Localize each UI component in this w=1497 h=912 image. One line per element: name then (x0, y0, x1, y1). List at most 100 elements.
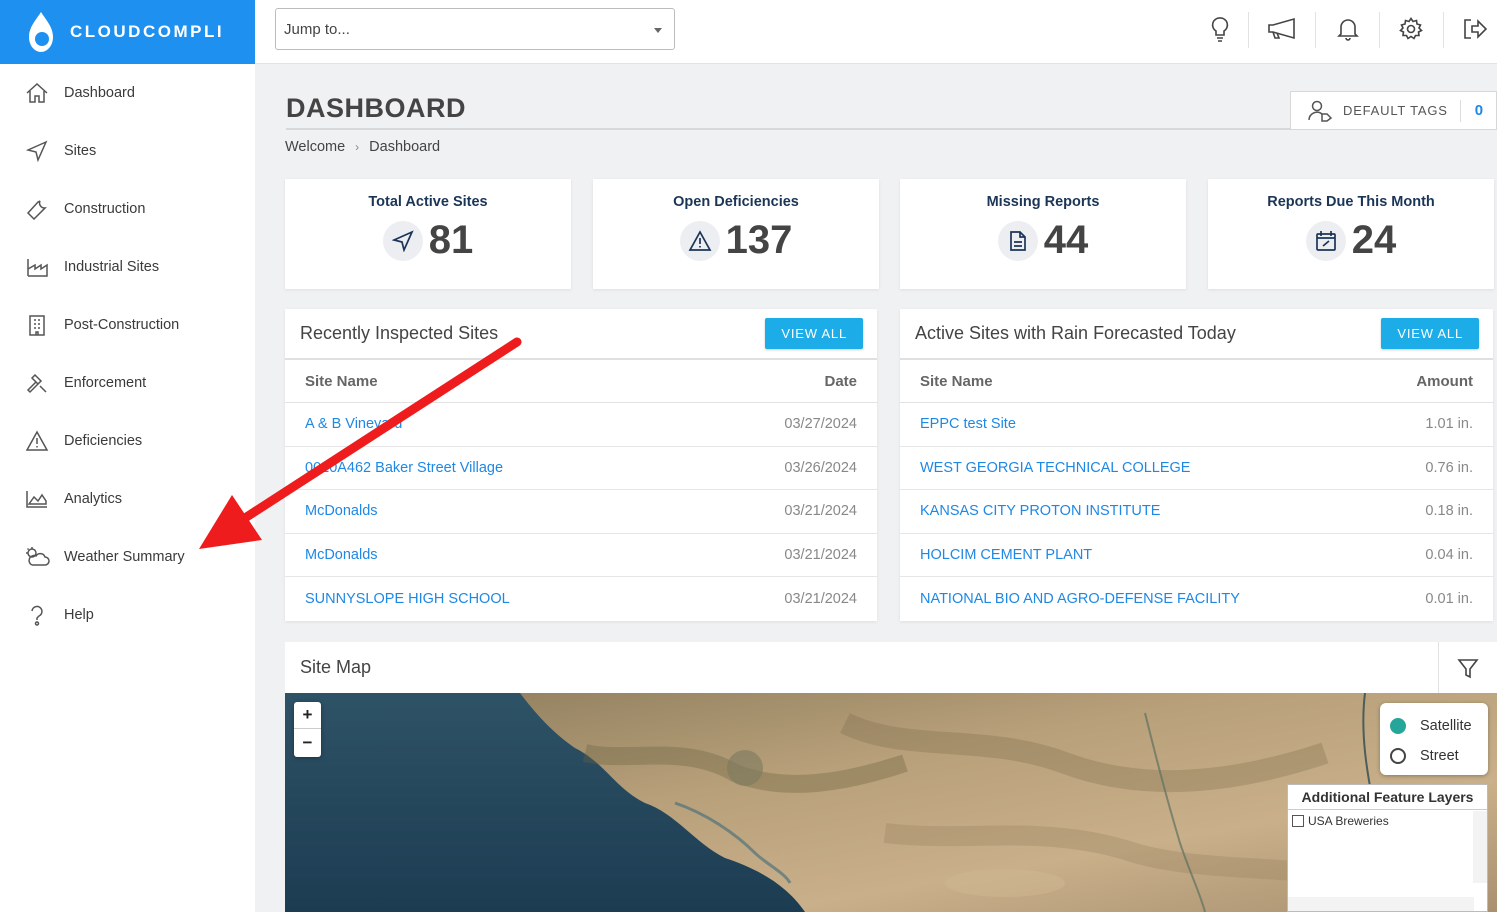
row-amount: 0.76 in. (1425, 459, 1473, 476)
sidebar-item-analytics[interactable]: Analytics (0, 470, 255, 528)
sidebar-item-weather-summary[interactable]: Weather Summary (0, 528, 255, 586)
panel-title: Site Map (300, 657, 372, 677)
table-header: Site Name Amount (900, 360, 1493, 403)
warning-icon (679, 220, 720, 261)
row-amount: 0.18 in. (1425, 503, 1473, 520)
row-amount: 0.01 in. (1425, 590, 1473, 607)
recently-inspected-panel: Recently Inspected Sites VIEW ALL Site N… (285, 309, 877, 621)
row-date: 03/21/2024 (784, 503, 857, 520)
sidebar-item-help[interactable]: Help (0, 586, 255, 644)
chevron-right-icon: › (355, 140, 360, 154)
checkbox[interactable] (1292, 815, 1304, 827)
site-link[interactable]: McDonalds (305, 503, 378, 519)
breadcrumb-welcome[interactable]: Welcome (285, 139, 345, 155)
user-tag-icon (1308, 100, 1333, 122)
jump-to-select[interactable]: Jump to... (275, 8, 675, 50)
zoom-out-button[interactable]: − (294, 729, 321, 756)
satellite-map[interactable]: + − Satellite Street Additional Feature … (285, 693, 1497, 912)
gavel-icon (24, 370, 50, 396)
column-amount[interactable]: Amount (1416, 373, 1473, 390)
stat-card-total-active-sites[interactable]: Total Active Sites 81 (285, 179, 571, 289)
column-site-name[interactable]: Site Name (920, 373, 993, 390)
factory-icon (24, 254, 50, 280)
stat-card-missing-reports[interactable]: Missing Reports 44 (900, 179, 1186, 289)
top-bar: Jump to... (255, 0, 1497, 64)
document-icon (997, 220, 1038, 261)
sidebar-item-label: Weather Summary (64, 549, 185, 565)
panel-title: Recently Inspected Sites (300, 323, 499, 343)
sidebar-item-sites[interactable]: Sites (0, 122, 255, 180)
feature-layers-title: Additional Feature Layers (1288, 785, 1487, 810)
site-link[interactable]: EPPC test Site (920, 416, 1016, 432)
sidebar-item-dashboard[interactable]: Dashboard (0, 64, 255, 122)
site-map-panel: Site Map + − Satellite Street Additional… (285, 642, 1497, 912)
layer-label: Satellite (1420, 718, 1472, 734)
filter-button[interactable] (1438, 642, 1497, 693)
site-link[interactable]: WEST GEORGIA TECHNICAL COLLEGE (920, 460, 1190, 476)
zoom-in-button[interactable]: + (294, 702, 321, 729)
feature-layer-item[interactable]: USA Breweries (1288, 810, 1487, 832)
site-link[interactable]: 0010A462 Baker Street Village (305, 460, 503, 476)
row-date: 03/21/2024 (784, 590, 857, 607)
megaphone-icon[interactable] (1262, 10, 1302, 48)
table-row: KANSAS CITY PROTON INSTITUTE 0.18 in. (900, 490, 1493, 534)
sidebar-item-label: Dashboard (64, 85, 135, 101)
breadcrumb-dashboard: Dashboard (369, 139, 441, 155)
view-all-button[interactable]: VIEW ALL (765, 318, 863, 349)
vertical-scrollbar[interactable] (1473, 811, 1487, 883)
default-tags-label: DEFAULT TAGS (1343, 103, 1448, 118)
view-all-button[interactable]: VIEW ALL (1381, 318, 1479, 349)
layer-option-satellite[interactable]: Satellite (1390, 711, 1478, 741)
table-row: A & B Vineyard 03/27/2024 (285, 403, 877, 447)
sidebar-item-industrial-sites[interactable]: Industrial Sites (0, 238, 255, 296)
building-icon (24, 312, 50, 338)
stat-card-open-deficiencies[interactable]: Open Deficiencies 137 (593, 179, 879, 289)
site-link[interactable]: McDonalds (305, 547, 378, 563)
site-link[interactable]: A & B Vineyard (305, 416, 402, 432)
bell-icon[interactable] (1328, 10, 1368, 48)
row-amount: 1.01 in. (1425, 416, 1473, 433)
site-link[interactable]: KANSAS CITY PROTON INSTITUTE (920, 503, 1160, 519)
stat-value: 137 (725, 218, 793, 262)
table-header: Site Name Date (285, 360, 877, 403)
site-link[interactable]: HOLCIM CEMENT PLANT (920, 547, 1092, 563)
sidebar-item-label: Construction (64, 201, 146, 217)
site-link[interactable]: NATIONAL BIO AND AGRO-DEFENSE FACILITY (920, 591, 1240, 607)
column-date[interactable]: Date (824, 373, 857, 390)
breadcrumb: Welcome › Dashboard (285, 139, 440, 155)
row-date: 03/26/2024 (784, 459, 857, 476)
horizontal-scrollbar[interactable] (1288, 897, 1474, 911)
logout-icon[interactable] (1455, 10, 1495, 48)
lightbulb-icon[interactable] (1200, 10, 1240, 48)
site-link[interactable]: SUNNYSLOPE HIGH SCHOOL (305, 591, 510, 607)
calendar-icon (1305, 220, 1346, 261)
table-row: HOLCIM CEMENT PLANT 0.04 in. (900, 534, 1493, 577)
brand-logo[interactable]: CLOUDCOMPLI (0, 0, 255, 64)
warning-icon (24, 428, 50, 454)
home-icon (24, 80, 50, 106)
help-icon (24, 602, 50, 628)
column-site-name[interactable]: Site Name (305, 373, 378, 390)
table-row: EPPC test Site 1.01 in. (900, 403, 1493, 447)
toolbar-divider (1443, 12, 1444, 48)
title-divider (286, 128, 1292, 130)
jump-to-placeholder: Jump to... (284, 20, 350, 38)
layer-option-street[interactable]: Street (1390, 741, 1478, 771)
sidebar-item-deficiencies[interactable]: Deficiencies (0, 412, 255, 470)
table-row: McDonalds 03/21/2024 (285, 534, 877, 577)
table-row: NATIONAL BIO AND AGRO-DEFENSE FACILITY 0.… (900, 577, 1493, 621)
default-tags-button[interactable]: DEFAULT TAGS 0 (1290, 91, 1497, 130)
zoom-control: + − (294, 702, 321, 757)
sidebar-item-label: Enforcement (64, 375, 147, 391)
sidebar-item-enforcement[interactable]: Enforcement (0, 354, 255, 412)
sidebar-item-post-construction[interactable]: Post-Construction (0, 296, 255, 354)
feature-layers-panel: Additional Feature Layers USA Breweries (1287, 784, 1488, 912)
stat-card-reports-due-this-month[interactable]: Reports Due This Month 24 (1208, 179, 1494, 289)
stat-value: 44 (1043, 218, 1089, 262)
sidebar-item-construction[interactable]: Construction (0, 180, 255, 238)
sidebar-item-label: Post-Construction (64, 317, 180, 333)
navigation-icon (24, 138, 50, 164)
gear-icon[interactable] (1391, 10, 1431, 48)
brand-name: CLOUDCOMPLI (70, 22, 225, 41)
rain-forecast-panel: Active Sites with Rain Forecasted Today … (900, 309, 1493, 621)
